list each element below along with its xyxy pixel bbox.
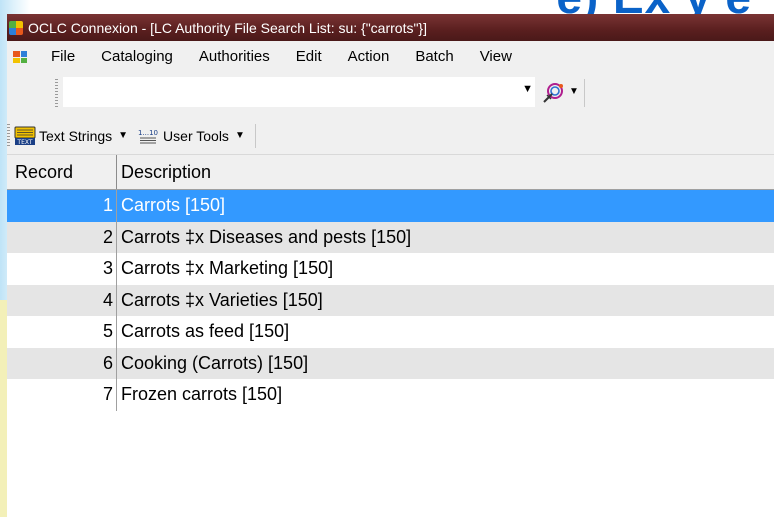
table-row[interactable]: 7 Frozen carrots [150]	[7, 379, 774, 411]
macro-dropdown-arrow-icon[interactable]: ▼	[569, 86, 579, 97]
menu-batch[interactable]: Batch	[402, 44, 466, 70]
table-row[interactable]: 6 Cooking (Carrots) [150]	[7, 347, 774, 379]
toolbar-separator	[584, 79, 585, 107]
macro-network-icon	[543, 83, 563, 103]
user-tools-icon[interactable]: 1...10	[136, 127, 160, 145]
record-description: Carrots as feed [150]	[121, 321, 290, 341]
table-row[interactable]: 4 Carrots ‡x Varieties [150]	[7, 284, 774, 316]
menu-view[interactable]: View	[467, 44, 525, 70]
column-header-record[interactable]: Record	[7, 155, 117, 189]
menu-bar: File Cataloging Authorities Edit Action …	[7, 41, 774, 73]
keyboard-text-icon[interactable]: TEXT	[14, 126, 36, 146]
menu-action[interactable]: Action	[335, 44, 403, 70]
table-row[interactable]: 3 Carrots ‡x Marketing [150]	[7, 253, 774, 285]
toolbar-separator-2	[254, 123, 256, 148]
slide-title-fragment: e) Ex y e	[0, 0, 774, 14]
menu-cataloging[interactable]: Cataloging	[88, 44, 186, 70]
oclc-app-icon	[9, 20, 23, 35]
user-tools-dropdown-icon[interactable]: ▼	[235, 130, 245, 141]
record-description: Cooking (Carrots) [150]	[121, 352, 309, 373]
table-row[interactable]: 1 Carrots [150]	[7, 190, 774, 222]
record-description: Carrots ‡x Marketing [150]	[121, 258, 334, 278]
record-number: 3	[7, 253, 117, 285]
record-description: Carrots [150]	[121, 195, 226, 215]
slide-title-text: e) Ex y e	[556, 0, 752, 14]
slide-accent-bar	[0, 300, 7, 517]
text-strings-button[interactable]: Text Strings	[39, 128, 112, 144]
table-row[interactable]: 5 Carrots as feed [150]	[7, 316, 774, 348]
record-description: Carrots ‡x Varieties [150]	[121, 289, 323, 310]
record-number: 2	[7, 221, 117, 253]
record-number: 6	[7, 347, 117, 379]
table-row[interactable]: 2 Carrots ‡x Diseases and pests [150]	[7, 221, 774, 253]
user-tools-button[interactable]: User Tools	[163, 128, 229, 144]
window-title: OCLC Connexion - [LC Authority File Sear…	[28, 19, 427, 36]
column-header-description[interactable]: Description	[117, 155, 211, 189]
document-menu-icon[interactable]	[13, 51, 27, 63]
macro-network-button[interactable]	[540, 79, 568, 107]
record-number: 4	[7, 284, 117, 316]
record-number: 5	[7, 316, 117, 348]
menu-edit[interactable]: Edit	[283, 44, 335, 70]
menu-file[interactable]: File	[38, 44, 88, 70]
text-strings-dropdown-icon[interactable]: ▼	[118, 130, 128, 141]
results-grid-header: Record Description	[7, 155, 774, 190]
toolbar-grip-handle[interactable]	[55, 79, 58, 107]
connexion-window: OCLC Connexion - [LC Authority File Sear…	[7, 14, 774, 517]
record-description: Carrots ‡x Diseases and pests [150]	[121, 226, 412, 247]
toolbar-grip-handle-2[interactable]	[7, 123, 10, 148]
title-bar-controls	[738, 17, 774, 39]
record-description: Frozen carrots [150]	[121, 384, 283, 404]
results-grid: 1 Carrots [150] 2 Carrots ‡x Diseases an…	[7, 190, 774, 411]
title-bar: OCLC Connexion - [LC Authority File Sear…	[7, 14, 774, 41]
keyboard-text-icon-caption: TEXT	[16, 139, 32, 146]
menu-authorities[interactable]: Authorities	[186, 44, 283, 70]
command-combo-box[interactable]: ▼	[63, 77, 535, 107]
record-number: 7	[7, 379, 117, 411]
main-toolbar: ▼ ▼	[7, 73, 774, 117]
chevron-down-icon[interactable]: ▼	[522, 83, 533, 95]
text-strings-toolbar: TEXT Text Strings ▼ 1...10 User Tools ▼	[7, 117, 774, 155]
user-tools-icon-caption: 1...10	[138, 129, 158, 137]
record-number: 1	[7, 190, 117, 222]
